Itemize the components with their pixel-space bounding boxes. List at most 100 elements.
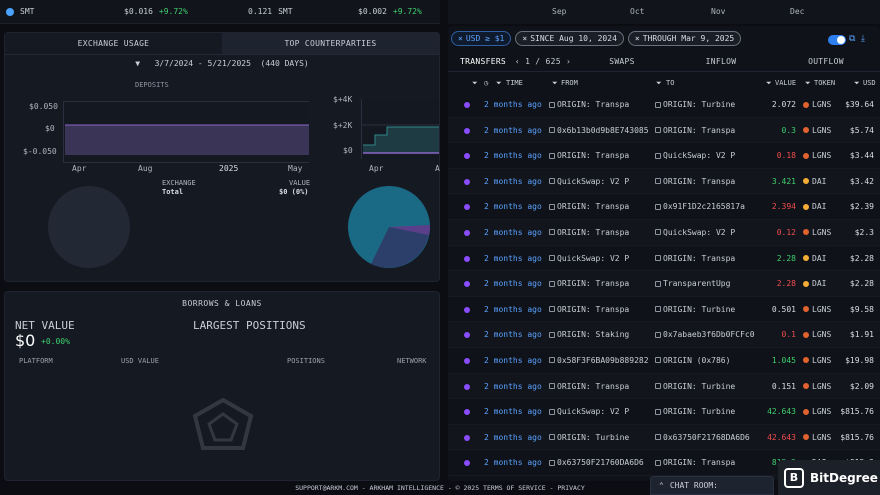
row-time[interactable]: 2 months ago <box>484 151 542 160</box>
row-time[interactable]: 2 months ago <box>484 100 542 109</box>
row-time[interactable]: 2 months ago <box>484 228 542 237</box>
filter-icon[interactable]: ⏷ <box>805 79 811 88</box>
table-row[interactable]: 2 months ago ORIGIN: Transpa ORIGIN: Tur… <box>448 297 880 323</box>
row-to[interactable]: 0x91F1D2c2165817a <box>655 202 745 211</box>
row-to[interactable]: ORIGIN (0x786) <box>655 356 730 365</box>
row-time[interactable]: 2 months ago <box>484 254 542 263</box>
table-row[interactable]: 2 months ago ORIGIN: Staking 0x7abaeb3f6… <box>448 322 880 348</box>
row-to[interactable]: ORIGIN: Turbine <box>655 407 735 416</box>
close-icon[interactable]: × <box>458 34 463 43</box>
col-token[interactable]: TOKEN <box>814 79 835 87</box>
table-row[interactable]: 2 months ago ORIGIN: Transpa QuickSwap: … <box>448 219 880 246</box>
col-from[interactable]: FROM <box>561 79 578 87</box>
row-token[interactable]: LGNS <box>803 330 831 339</box>
date-range-selector[interactable]: ▼ 3/7/2024 - 5/21/2025 (440 DAYS) <box>5 59 439 68</box>
row-to[interactable]: TransparentUpg <box>655 279 730 288</box>
row-token[interactable]: LGNS <box>803 356 831 365</box>
row-time[interactable]: 2 months ago <box>484 305 542 314</box>
row-time[interactable]: 2 months ago <box>484 458 542 467</box>
close-icon[interactable]: × <box>522 34 527 43</box>
filter-since[interactable]: × SINCE Aug 10, 2024 <box>515 31 624 46</box>
row-token[interactable]: LGNS <box>803 382 831 391</box>
table-row[interactable]: 2 months ago ORIGIN: Turbine 0x63750F217… <box>448 424 880 451</box>
row-from[interactable]: ORIGIN: Turbine <box>549 433 629 442</box>
row-token[interactable]: DAI <box>803 177 826 186</box>
chevron-right-icon[interactable]: › <box>566 57 571 66</box>
chevron-left-icon[interactable]: ‹ <box>515 57 520 66</box>
row-to[interactable]: 0x7abaeb3f6Db0FCFc0 <box>655 330 755 339</box>
row-from[interactable]: ORIGIN: Transpa <box>549 305 629 314</box>
table-row[interactable]: 2 months ago QuickSwap: V2 P ORIGIN: Tra… <box>448 246 880 272</box>
tab-swaps[interactable]: SWAPS <box>574 52 670 71</box>
filter-icon[interactable]: ⏷ <box>472 79 478 88</box>
row-to[interactable]: QuickSwap: V2 P <box>655 151 735 160</box>
filter-icon[interactable]: ⏷ <box>496 79 502 88</box>
row-from[interactable]: ORIGIN: Transpa <box>549 151 629 160</box>
tab-transfers[interactable]: TRANSFERS <box>448 52 512 71</box>
tab-top-counterparties[interactable]: TOP COUNTERPARTIES <box>222 33 439 54</box>
table-row[interactable]: 2 months ago 0x6b13b0d9b8E743085 ORIGIN:… <box>448 117 880 144</box>
row-from[interactable]: ORIGIN: Staking <box>549 330 629 339</box>
row-from[interactable]: ORIGIN: Transpa <box>549 228 629 237</box>
row-from[interactable]: 0x6b13b0d9b8E743085 <box>549 126 649 135</box>
row-time[interactable]: 2 months ago <box>484 177 542 186</box>
row-time[interactable]: 2 months ago <box>484 433 542 442</box>
toggle-switch[interactable] <box>828 35 846 45</box>
tab-exchange-usage[interactable]: EXCHANGE USAGE <box>5 33 222 54</box>
close-icon[interactable]: × <box>635 34 640 43</box>
filter-through[interactable]: × THROUGH Mar 9, 2025 <box>627 31 742 46</box>
row-to[interactable]: ORIGIN: Transpa <box>655 177 735 186</box>
row-time[interactable]: 2 months ago <box>484 202 542 211</box>
table-row[interactable]: 2 months ago ORIGIN: Transpa 0x91F1D2c21… <box>448 194 880 220</box>
row-token[interactable]: LGNS <box>803 100 831 109</box>
row-token[interactable]: LGNS <box>803 228 831 237</box>
row-from[interactable]: QuickSwap: V2 P <box>549 407 629 416</box>
chat-room-button[interactable]: ⌃ CHAT ROOM: <box>650 476 774 495</box>
table-row[interactable]: 2 months ago ORIGIN: Transpa ORIGIN: Tur… <box>448 92 880 118</box>
filter-icon[interactable]: ⏷ <box>854 79 860 88</box>
row-time[interactable]: 2 months ago <box>484 330 542 339</box>
filter-icon[interactable]: ⏷ <box>766 79 772 88</box>
row-time[interactable]: 2 months ago <box>484 407 542 416</box>
table-row[interactable]: 2 months ago QuickSwap: V2 P ORIGIN: Tra… <box>448 168 880 195</box>
row-token[interactable]: LGNS <box>803 305 831 314</box>
row-from[interactable]: QuickSwap: V2 P <box>549 177 629 186</box>
row-to[interactable]: ORIGIN: Turbine <box>655 100 735 109</box>
col-usd[interactable]: USD <box>863 79 876 87</box>
row-to[interactable]: 0x63750F21768DA6D6 <box>655 433 750 442</box>
table-row[interactable]: 2 months ago ORIGIN: Transpa QuickSwap: … <box>448 143 880 169</box>
row-to[interactable]: ORIGIN: Transpa <box>655 254 735 263</box>
row-token[interactable]: DAI <box>803 202 826 211</box>
table-row[interactable]: 2 months ago ORIGIN: Transpa ORIGIN: Tur… <box>448 373 880 400</box>
ticker-item[interactable]: SMT <box>6 7 34 16</box>
row-token[interactable]: DAI <box>803 254 826 263</box>
row-token[interactable]: LGNS <box>803 151 831 160</box>
table-row[interactable]: 2 months ago ORIGIN: Transpa Transparent… <box>448 271 880 297</box>
row-from[interactable]: 0x58F3F6BA09b889282 <box>549 356 649 365</box>
row-time[interactable]: 2 months ago <box>484 126 542 135</box>
row-time[interactable]: 2 months ago <box>484 356 542 365</box>
filter-icon[interactable]: ⏷ <box>656 79 662 88</box>
row-time[interactable]: 2 months ago <box>484 279 542 288</box>
row-from[interactable]: 0x63750F21760DA6D6 <box>549 458 644 467</box>
table-row[interactable]: 2 months ago 0x58F3F6BA09b889282 ORIGIN … <box>448 348 880 374</box>
row-token[interactable]: DAI <box>803 279 826 288</box>
row-from[interactable]: ORIGIN: Transpa <box>549 279 629 288</box>
row-time[interactable]: 2 months ago <box>484 382 542 391</box>
row-token[interactable]: LGNS <box>803 433 831 442</box>
copy-icon[interactable]: ⧉ <box>849 34 855 44</box>
download-icon[interactable]: ⤓ <box>861 34 865 44</box>
row-token[interactable]: LGNS <box>803 407 831 416</box>
row-from[interactable]: ORIGIN: Transpa <box>549 382 629 391</box>
row-from[interactable]: ORIGIN: Transpa <box>549 202 629 211</box>
col-value[interactable]: VALUE <box>775 79 796 87</box>
tab-inflow[interactable]: INFLOW <box>670 52 772 71</box>
row-token[interactable]: LGNS <box>803 126 831 135</box>
row-from[interactable]: ORIGIN: Transpa <box>549 100 629 109</box>
col-to[interactable]: TO <box>666 79 674 87</box>
filter-usd[interactable]: × USD ≥ $1 <box>451 31 512 46</box>
row-to[interactable]: ORIGIN: Turbine <box>655 382 735 391</box>
tab-outflow[interactable]: OUTFLOW <box>772 52 880 71</box>
col-time[interactable]: TIME <box>506 79 523 87</box>
row-to[interactable]: QuickSwap: V2 P <box>655 228 735 237</box>
